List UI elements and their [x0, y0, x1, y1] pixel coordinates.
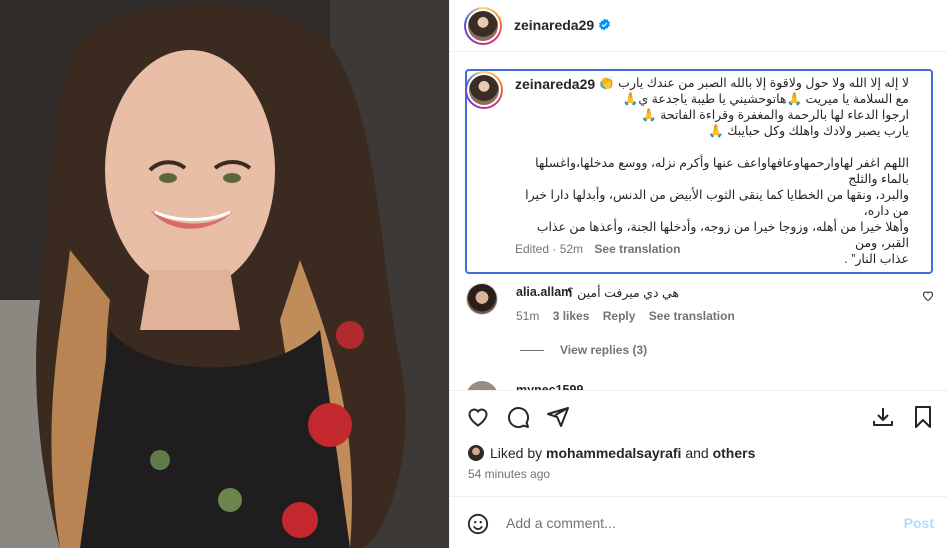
caption-line: ارجوا الدعاء لها بالرحمة والمغفرة وقراءة…	[641, 108, 909, 122]
comment-meta: 51m 3 likes Reply See translation	[516, 309, 735, 323]
comment-icon[interactable]	[506, 405, 530, 429]
caption-line: والبرد، ونقها من الخطايا كما ينقى الثوب …	[525, 188, 909, 218]
author-username[interactable]: zeinareda29	[514, 17, 611, 33]
post-button[interactable]: Post	[904, 515, 934, 531]
view-replies[interactable]: View replies (3)	[520, 343, 647, 357]
emoji-icon[interactable]	[467, 513, 489, 535]
comment-composer: Add a comment... Post	[450, 496, 947, 548]
post-panel: zeinareda29 zeinareda29 لا إله إلا الله …	[449, 0, 947, 548]
author-avatar[interactable]	[464, 7, 502, 45]
liked-by-and: and	[685, 445, 709, 461]
comment-see-translation[interactable]: See translation	[649, 309, 735, 323]
caption-line: يارب يصبر ولادك واهلك وكل حبايبك 🙏	[708, 124, 909, 138]
caption-container: zeinareda29 لا إله إلا الله ولا حول ولاق…	[465, 69, 933, 274]
caption-line: اللهم اغفر لهاوارحمهاوعافهاواعف عنها وأك…	[535, 156, 909, 186]
view-replies-label[interactable]: View replies (3)	[560, 343, 647, 357]
heart-icon[interactable]	[922, 290, 934, 302]
verified-badge-icon	[599, 18, 611, 31]
commenter-avatar[interactable]	[466, 283, 498, 315]
caption-author-avatar[interactable]	[465, 71, 503, 109]
liker-avatar	[468, 445, 484, 461]
portrait-illustration	[0, 0, 449, 548]
post-header: zeinareda29	[450, 0, 947, 52]
action-bar	[450, 390, 947, 442]
like-icon[interactable]	[466, 405, 490, 429]
comment-age: 51m	[516, 309, 540, 323]
author-username-text[interactable]: zeinareda29	[514, 17, 594, 33]
caption-age: 52m	[559, 242, 584, 256]
liked-by-others[interactable]: others	[713, 445, 756, 461]
caption-see-translation[interactable]: See translation	[594, 242, 680, 256]
download-icon[interactable]	[871, 405, 895, 429]
liked-by: Liked by mohammedalsayrafi and others	[468, 445, 755, 461]
reply-button[interactable]: Reply	[603, 309, 636, 323]
liked-by-prefix: Liked by	[490, 445, 543, 461]
comment-input[interactable]: Add a comment...	[506, 515, 616, 531]
caption-meta: Edited · 52m See translation	[515, 242, 681, 256]
liked-by-user[interactable]: mohammedalsayrafi	[546, 445, 681, 461]
caption-line: لا إله إلا الله ولا حول ولاقوة إلا بالله…	[599, 76, 909, 90]
caption-line: مع السلامة يا ميريت 🙏هاتوحشيني يا طيبة ي…	[622, 92, 909, 106]
caption-text: لا إله إلا الله ولا حول ولاقوة إلا بالله…	[513, 75, 909, 267]
share-icon[interactable]	[546, 405, 570, 429]
comment-likes[interactable]: 3 likes	[553, 309, 590, 323]
commenter-username[interactable]: alia.allam	[516, 285, 572, 299]
replies-divider	[520, 350, 544, 352]
edited-label: Edited	[515, 242, 550, 256]
comment-text: هي دي ميرفت أمين ؟	[567, 286, 679, 300]
post-image[interactable]	[0, 0, 449, 548]
post-timestamp[interactable]: 54 minutes ago	[468, 467, 550, 481]
save-icon[interactable]	[911, 405, 935, 429]
